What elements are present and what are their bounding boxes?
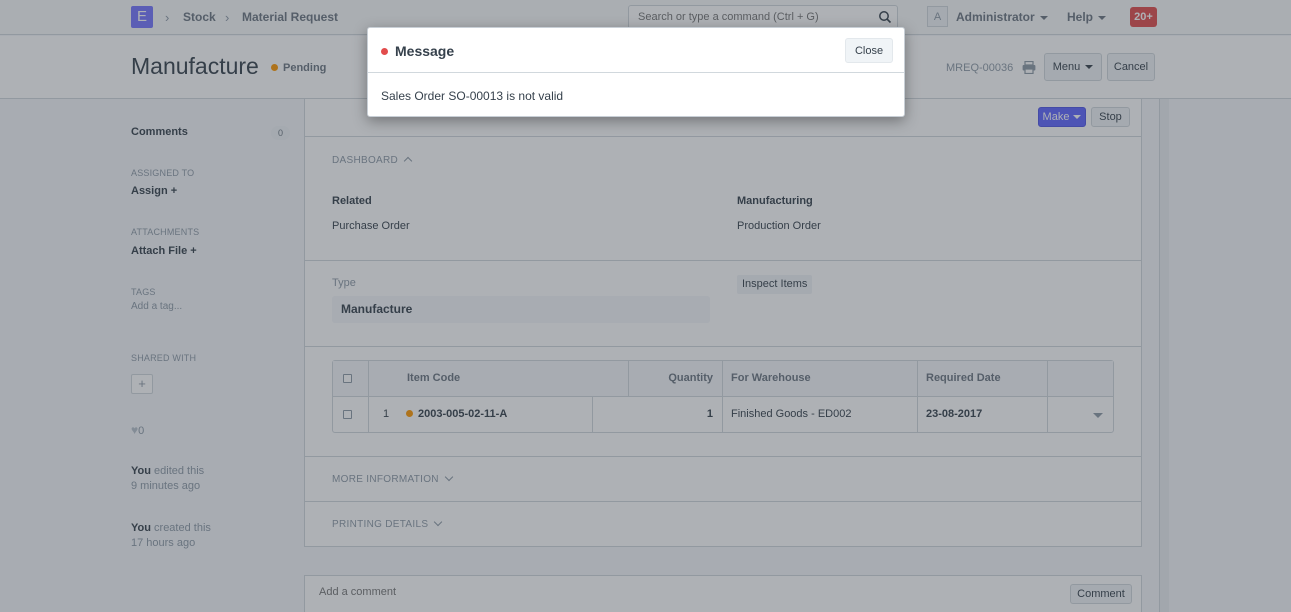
dialog-title: Message (395, 43, 455, 59)
message-dialog: Message Close Sales Order SO-00013 is no… (367, 27, 905, 117)
dialog-indicator-icon (381, 48, 388, 55)
dialog-message: Sales Order SO-00013 is not valid (381, 89, 564, 103)
close-button[interactable]: Close (845, 38, 893, 63)
dialog-header: Message Close (368, 28, 904, 73)
